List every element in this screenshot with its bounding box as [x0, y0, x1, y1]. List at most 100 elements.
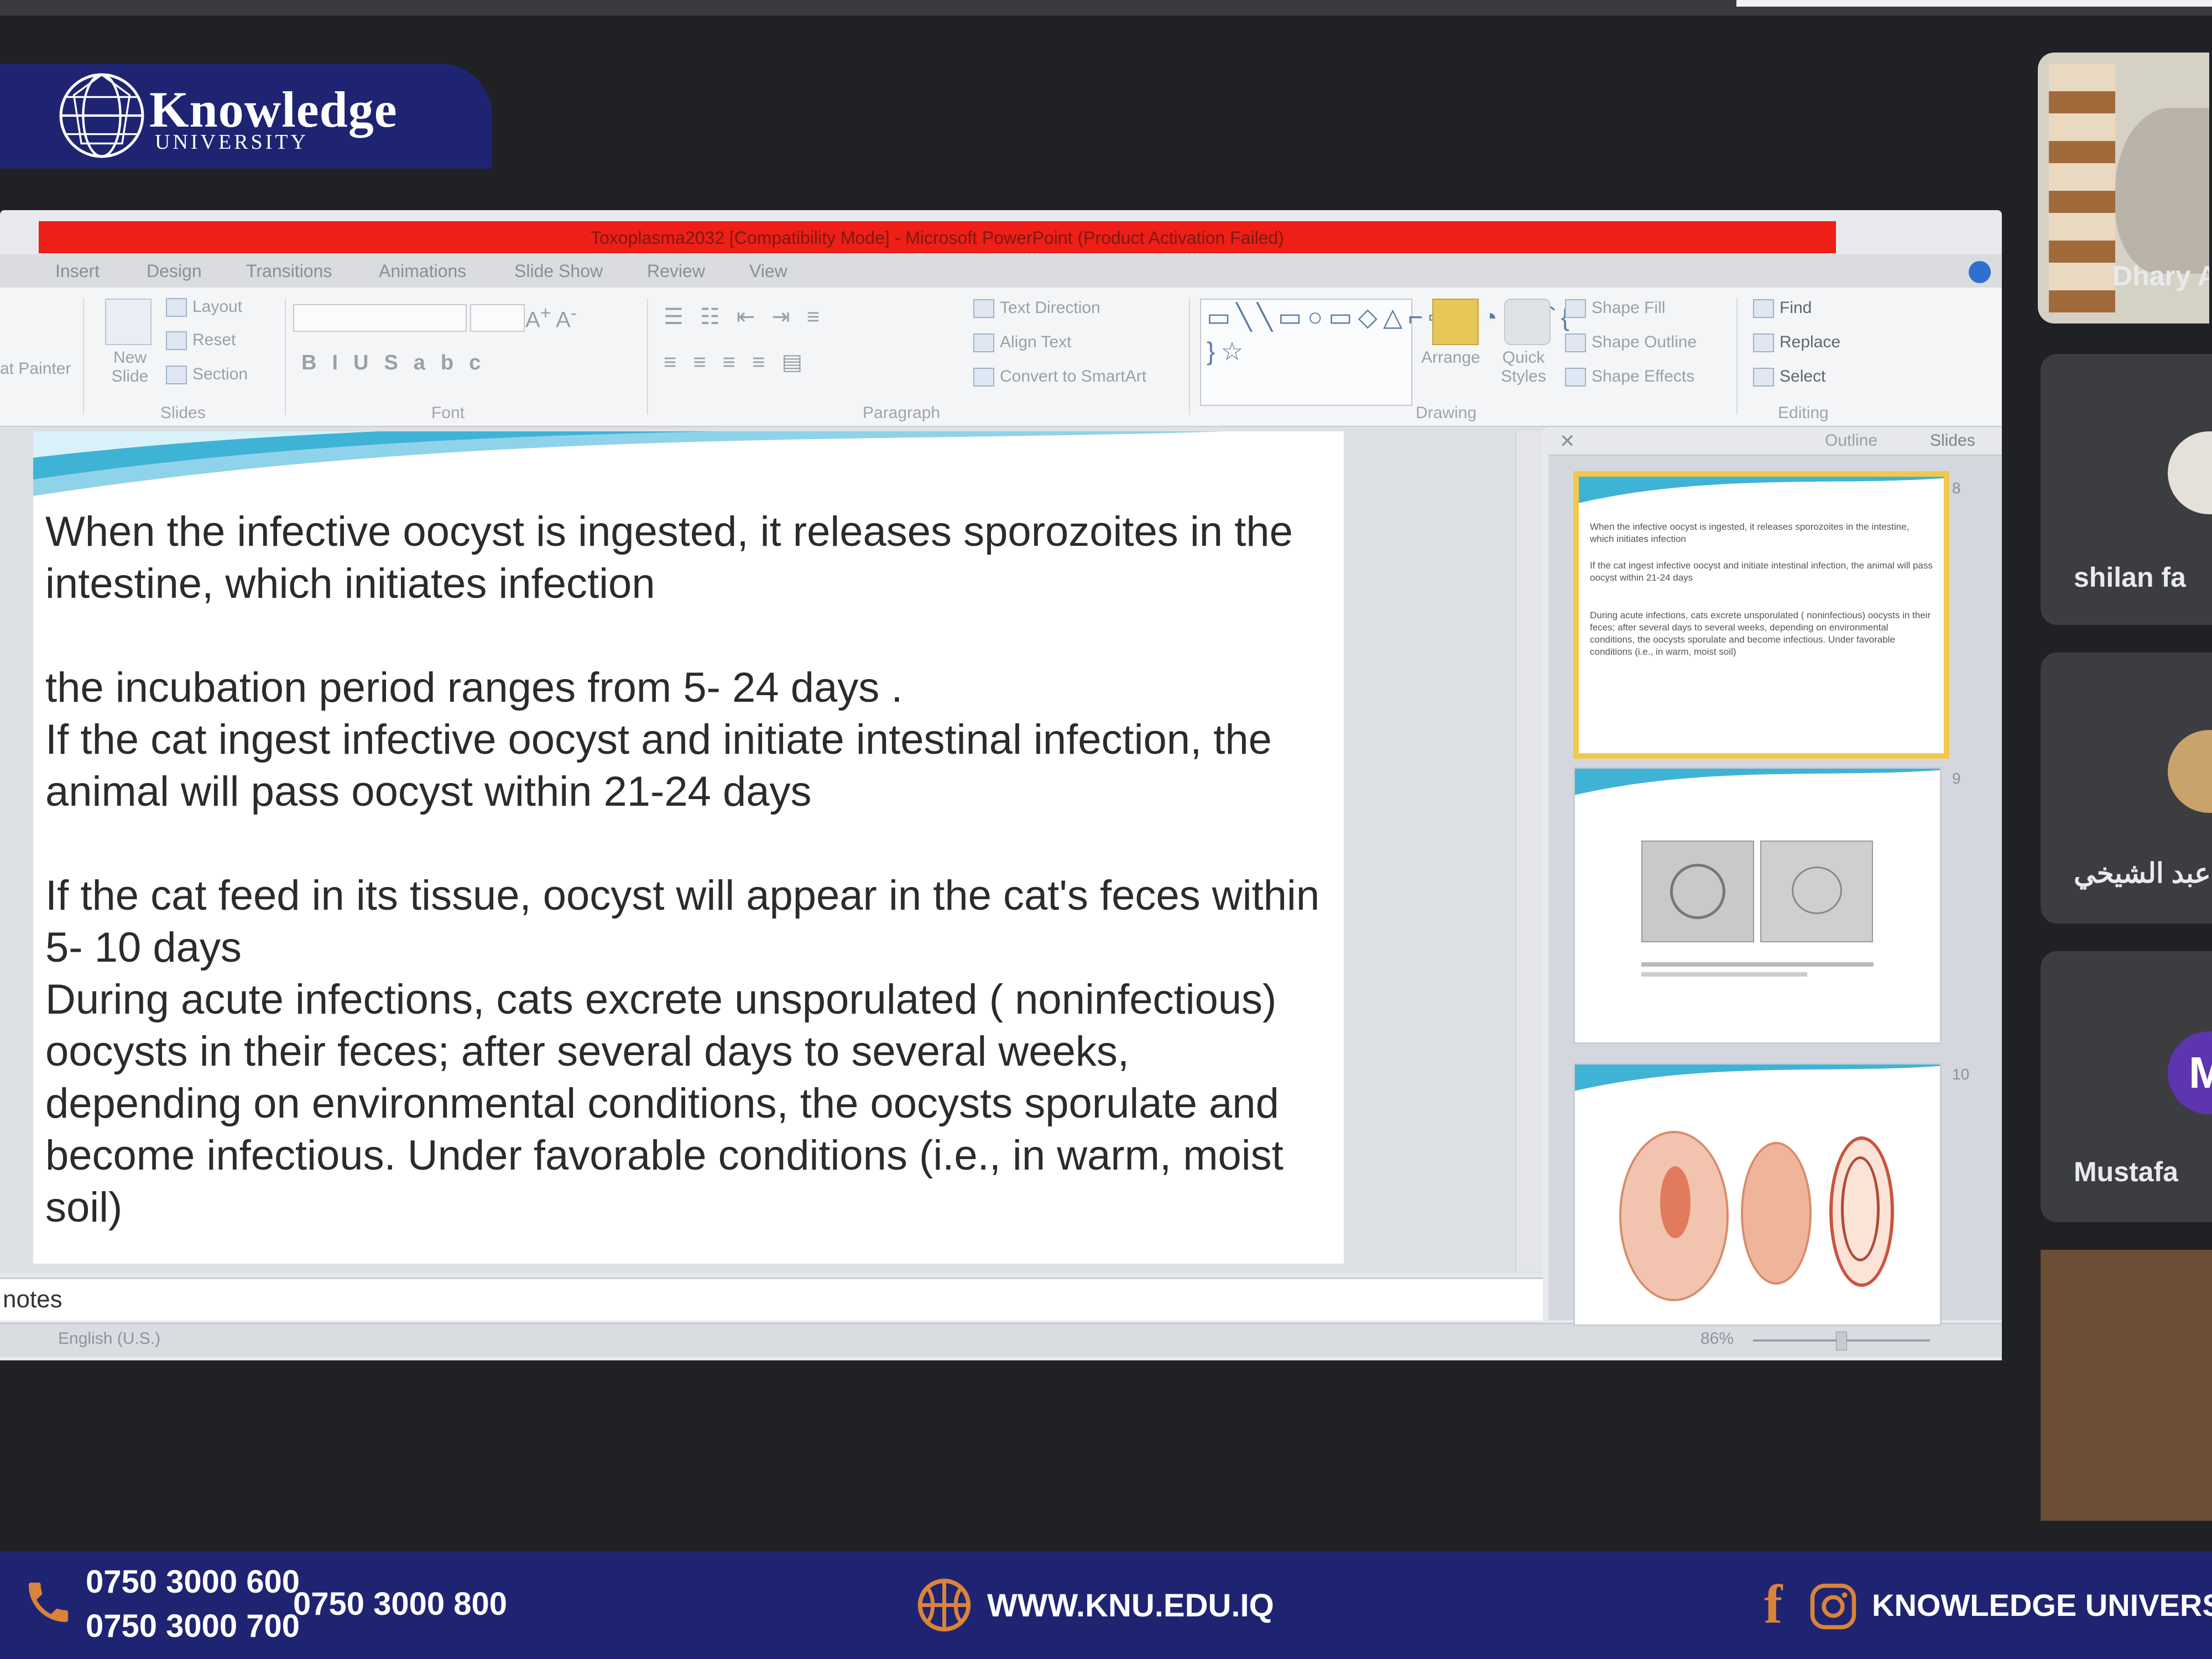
facebook-icon[interactable]: f	[1764, 1572, 1782, 1636]
help-icon[interactable]	[1969, 261, 1991, 283]
participant-video-tile[interactable]	[2041, 1250, 2212, 1521]
slide-paragraph: If the cat ingest infective oocyst and i…	[45, 716, 1272, 815]
font-group-label: Font	[431, 404, 465, 422]
globe-logo-icon	[59, 73, 144, 158]
tab-animations[interactable]: Animations	[379, 261, 466, 281]
current-slide[interactable]: When the infective oocyst is ingested, i…	[33, 431, 1344, 1264]
new-slide-icon[interactable]	[105, 299, 152, 345]
section-button[interactable]: Section	[166, 365, 248, 385]
shapes-gallery[interactable]: ▭╲╲▭○▭◇△⌐⇨⇩◔∿⌒{ }☆	[1200, 299, 1569, 406]
tab-outline[interactable]: Outline	[1825, 431, 1877, 450]
slide-paragraph: the incubation period ranges from 5- 24 …	[45, 664, 903, 711]
grow-font-icon[interactable]: A+ A-	[525, 303, 577, 332]
brand-banner: Knowledge UNIVERSITY	[0, 64, 492, 169]
layout-button[interactable]: Layout	[166, 298, 242, 317]
ribbon: at Painter New Slide Layout Reset Sectio…	[0, 288, 2002, 427]
slide-scrollbar[interactable]	[1515, 431, 1543, 1272]
phone-icon	[28, 1582, 69, 1623]
shape-outline-button[interactable]: Shape Outline	[1565, 333, 1697, 353]
window-title: Toxoplasma2032 [Compatibility Mode] - Mi…	[591, 228, 1284, 248]
tab-insert[interactable]: Insert	[55, 261, 100, 281]
arrange-button[interactable]: Arrange	[1421, 348, 1480, 367]
editing-group-label: Editing	[1778, 404, 1829, 422]
convert-smartart-button[interactable]: Convert to SmartArt	[973, 367, 1146, 387]
participant-name: shilan fa	[2074, 562, 2186, 593]
font-size-select[interactable]	[470, 304, 525, 332]
notes-pane[interactable]: notes	[0, 1277, 1543, 1321]
language-status[interactable]: English (U.S.)	[58, 1329, 160, 1348]
phone-number: 0750 3000 700	[86, 1608, 300, 1644]
tab-slides[interactable]: Slides	[1930, 431, 1975, 450]
tab-design[interactable]: Design	[147, 261, 202, 281]
participant-tile[interactable]: عبد الشيخي	[2041, 653, 2212, 924]
slide-paragraph: If the cat feed in its tissue, oocyst wi…	[45, 872, 1320, 971]
participant-video-tile[interactable]: Dhary Al	[2038, 53, 2209, 324]
participant-video	[2115, 108, 2209, 274]
slide-number: 9	[1952, 770, 1961, 787]
tab-slide-show[interactable]: Slide Show	[514, 261, 603, 281]
parasite-illustration	[1619, 1131, 1729, 1301]
new-slide-button[interactable]: New Slide	[105, 348, 155, 386]
participant-name: Mustafa	[2074, 1156, 2178, 1187]
participant-name: Dhary Al	[2112, 260, 2209, 291]
slide-header-wave	[33, 431, 1225, 496]
footer-banner: 0750 3000 600 0750 3000 700 0750 3000 80…	[0, 1551, 2212, 1659]
thumbnail-text: During acute infections, cats excrete un…	[1590, 610, 1931, 657]
list-buttons[interactable]: ☰☷⇤⇥≡	[664, 304, 836, 330]
thumbnail-panel-header: ✕ Outline Slides	[1548, 427, 2002, 456]
slide-thumbnail[interactable]	[1573, 1063, 1942, 1326]
tab-review[interactable]: Review	[647, 261, 705, 281]
font-name-select[interactable]	[293, 304, 467, 332]
powerpoint-window: Toxoplasma2032 [Compatibility Mode] - Mi…	[0, 210, 2002, 1360]
bookshelf-background	[2049, 64, 2115, 312]
tab-view[interactable]: View	[749, 261, 787, 281]
ribbon-tabs: Insert Design Transitions Animations Sli…	[0, 254, 2002, 288]
slide-number: 8	[1952, 479, 1961, 497]
shape-fill-button[interactable]: Shape Fill	[1565, 299, 1665, 319]
align-buttons[interactable]: ≡≡≡≡▤	[664, 349, 819, 375]
close-icon[interactable]: ✕	[1559, 430, 1575, 452]
zoom-level[interactable]: 86%	[1700, 1329, 1734, 1348]
slide-number: 10	[1952, 1066, 1970, 1083]
participant-name: عبد الشيخي	[2074, 858, 2211, 889]
find-button[interactable]: Find	[1753, 299, 1812, 319]
replace-button[interactable]: Replace	[1753, 333, 1840, 353]
arrange-icon[interactable]	[1432, 299, 1479, 345]
top-bar	[0, 0, 2212, 15]
basketball-icon	[917, 1578, 971, 1632]
tab-transitions[interactable]: Transitions	[246, 261, 332, 281]
thumbnail-text: When the infective oocyst is ingested, i…	[1590, 521, 1910, 544]
avatar	[2168, 431, 2212, 514]
quick-styles-button[interactable]: Quick Styles	[1493, 348, 1554, 386]
parasite-illustration	[1829, 1136, 1894, 1287]
website-link[interactable]: WWW.KNU.EDU.IQ	[987, 1587, 1274, 1624]
brand-subtitle: UNIVERSITY	[155, 131, 309, 154]
social-handle: KNOWLEDGE UNIVERSITY	[1872, 1588, 2212, 1623]
slide-body-text: When the infective oocyst is ingested, i…	[45, 506, 1334, 1234]
avatar	[2168, 730, 2212, 813]
reset-button[interactable]: Reset	[166, 331, 236, 351]
align-text-button[interactable]: Align Text	[973, 333, 1072, 353]
phone-number: 0750 3000 600	[86, 1564, 300, 1600]
slide-paragraph: During acute infections, cats excrete un…	[45, 976, 1284, 1231]
shape-effects-button[interactable]: Shape Effects	[1565, 367, 1694, 387]
participant-tile[interactable]: shilan fa	[2041, 354, 2212, 625]
participant-tile[interactable]: M Mustafa	[2041, 951, 2212, 1222]
micrograph-image	[1760, 841, 1873, 942]
thumbnail-text: If the cat ingest infective oocyst and i…	[1590, 560, 1933, 583]
notes-placeholder: notes	[3, 1286, 62, 1313]
slides-group-label: Slides	[160, 404, 206, 422]
select-button[interactable]: Select	[1753, 367, 1825, 387]
slides-thumbnail-panel: ✕ Outline Slides When the infective oocy…	[1548, 427, 2002, 1326]
instagram-icon[interactable]	[1808, 1582, 1858, 1631]
window-title-bar: Toxoplasma2032 [Compatibility Mode] - Mi…	[39, 221, 1836, 253]
status-bar: English (U.S.) 86%	[0, 1323, 2002, 1357]
quick-styles-icon[interactable]	[1504, 299, 1551, 345]
slide-thumbnail[interactable]: When the infective oocyst is ingested, i…	[1573, 471, 1949, 759]
zoom-slider-handle[interactable]	[1836, 1332, 1847, 1350]
format-painter-button[interactable]: at Painter	[0, 359, 71, 378]
font-format-buttons[interactable]: BIUSabc	[301, 351, 496, 375]
slide-thumbnail[interactable]	[1573, 767, 1942, 1044]
text-direction-button[interactable]: Text Direction	[973, 299, 1100, 319]
micrograph-image	[1641, 841, 1754, 942]
